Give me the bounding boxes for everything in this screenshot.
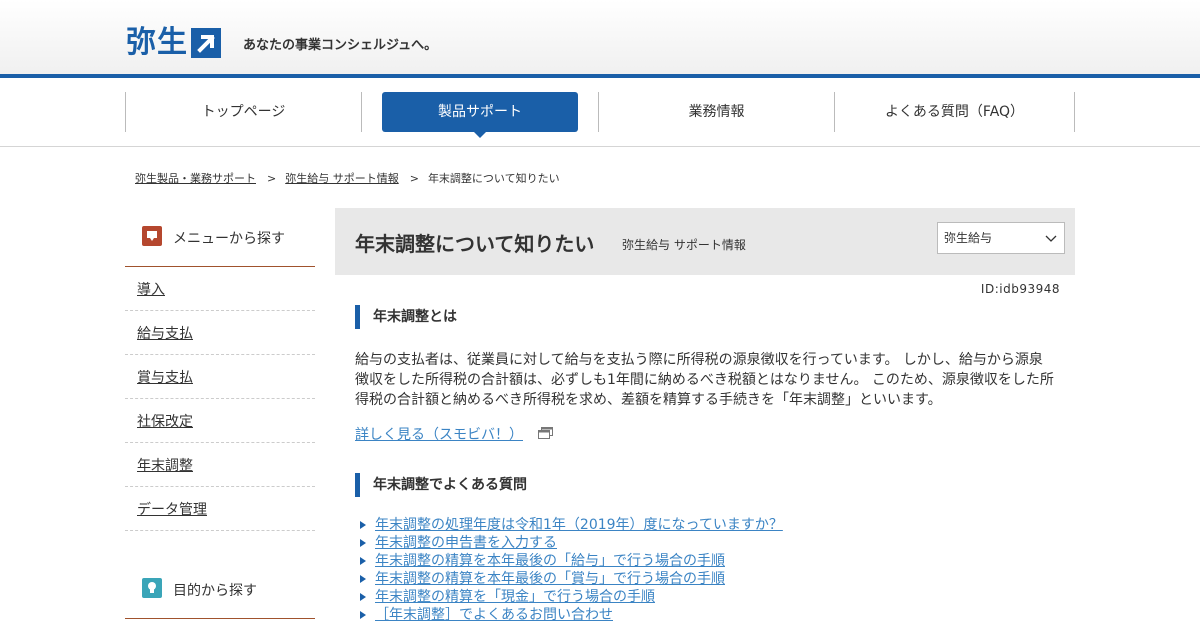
sidebar-menu-heading: メニューから探す bbox=[125, 209, 315, 267]
nav-faq[interactable]: よくある質問（FAQ） bbox=[835, 92, 1074, 132]
sidebar-item-intro: 導入 bbox=[125, 267, 315, 311]
tagline: あなたの事業コンシェルジュへ。 bbox=[243, 38, 438, 53]
sidebar-link[interactable]: 賞与支払 bbox=[137, 370, 193, 386]
faq-link[interactable]: 年末調整の申告書を入力する bbox=[375, 535, 557, 551]
sidebar-menu-list: 導入 給与支払 賞与支払 社保改定 年末調整 データ管理 bbox=[125, 267, 315, 531]
more-details-link[interactable]: 詳しく見る（スモビバ！） bbox=[355, 424, 523, 444]
faq-item: 年末調整の精算を「現金」で行う場合の手順 bbox=[358, 588, 1058, 606]
page-title: 年末調整について知りたい bbox=[355, 232, 595, 256]
sidebar-purpose-title: 目的から探す bbox=[173, 583, 257, 599]
site-header: 弥生 あなたの事業コンシェルジュへ。 bbox=[0, 0, 1200, 74]
breadcrumb-link-kyuyo[interactable]: 弥生給与 サポート情報 bbox=[285, 172, 399, 185]
sidebar-link[interactable]: 社保改定 bbox=[137, 414, 193, 430]
sidebar-item-salary: 給与支払 bbox=[125, 311, 315, 355]
nav-divider bbox=[1074, 92, 1075, 132]
sidebar-item-social-insurance: 社保改定 bbox=[125, 399, 315, 443]
section-body-text: 給与の支払者は、従業員に対して給与を支払う際に所得税の源泉徴収を行っています。 … bbox=[355, 352, 1054, 408]
sidebar-item-bonus: 賞与支払 bbox=[125, 355, 315, 399]
section-heading-faq: 年末調整でよくある質問 bbox=[355, 473, 1055, 497]
document-id: ID:idb93948 bbox=[980, 282, 1060, 296]
breadcrumb: 弥生製品・業務サポート > 弥生給与 サポート情報 > 年末調整について知りたい bbox=[135, 170, 560, 186]
logo-arrow-icon bbox=[191, 28, 221, 58]
breadcrumb-current: 年末調整について知りたい bbox=[427, 172, 560, 185]
nav-product-support[interactable]: 製品サポート bbox=[382, 92, 578, 138]
faq-item: ［年末調整］でよくあるお問い合わせ bbox=[358, 606, 1058, 624]
product-select-value: 弥生給与 bbox=[944, 231, 993, 245]
nav-divider bbox=[361, 92, 362, 132]
sidebar-item-year-end: 年末調整 bbox=[125, 443, 315, 487]
faq-link[interactable]: ［年末調整］でよくあるお問い合わせ bbox=[375, 607, 613, 623]
faq-list: 年末調整の処理年度は令和1年（2019年）度になっていますか？ 年末調整の申告書… bbox=[358, 516, 1058, 624]
sidebar-item-data-management: データ管理 bbox=[125, 487, 315, 531]
triangle-right-icon bbox=[360, 557, 366, 565]
breadcrumb-separator: > bbox=[267, 172, 277, 185]
sidebar-link[interactable]: 導入 bbox=[137, 282, 165, 298]
sidebar-menu-title: メニューから探す bbox=[173, 231, 285, 247]
triangle-right-icon bbox=[360, 539, 366, 547]
monitor-icon bbox=[142, 226, 162, 246]
global-nav: トップページ 製品サポート 業務情報 よくある質問（FAQ） bbox=[0, 78, 1200, 147]
triangle-right-icon bbox=[360, 593, 366, 601]
faq-link[interactable]: 年末調整の精算を本年最後の「賞与」で行う場合の手順 bbox=[375, 571, 725, 587]
faq-link[interactable]: 年末調整の精算を「現金」で行う場合の手順 bbox=[375, 589, 655, 605]
sidebar-link[interactable]: データ管理 bbox=[137, 502, 207, 518]
sidebar-link[interactable]: 給与支払 bbox=[137, 326, 193, 342]
breadcrumb-separator: > bbox=[409, 172, 419, 185]
logo-text: 弥生 bbox=[126, 25, 188, 60]
external-window-icon bbox=[538, 427, 553, 439]
lightbulb-icon bbox=[142, 578, 162, 598]
chevron-down-icon bbox=[1045, 235, 1057, 242]
nav-business-info[interactable]: 業務情報 bbox=[599, 92, 834, 132]
faq-link[interactable]: 年末調整の精算を本年最後の「給与」で行う場合の手順 bbox=[375, 553, 725, 569]
sidebar-link[interactable]: 年末調整 bbox=[137, 458, 193, 474]
faq-item: 年末調整の申告書を入力する bbox=[358, 534, 1058, 552]
breadcrumb-link-support[interactable]: 弥生製品・業務サポート bbox=[135, 172, 256, 185]
sidebar-purpose-heading: 目的から探す bbox=[125, 561, 315, 619]
yayoi-logo[interactable]: 弥生 bbox=[126, 26, 221, 60]
section-heading-nenmatsu: 年末調整とは bbox=[355, 305, 1055, 329]
triangle-right-icon bbox=[360, 575, 366, 583]
faq-item: 年末調整の処理年度は令和1年（2019年）度になっていますか？ bbox=[358, 516, 1058, 534]
faq-item: 年末調整の精算を本年最後の「給与」で行う場合の手順 bbox=[358, 552, 1058, 570]
faq-item: 年末調整の精算を本年最後の「賞与」で行う場合の手順 bbox=[358, 570, 1058, 588]
triangle-right-icon bbox=[360, 611, 366, 619]
page-title-box: 年末調整について知りたい 弥生給与 サポート情報 弥生給与 bbox=[335, 208, 1075, 275]
nav-top-page[interactable]: トップページ bbox=[126, 92, 361, 132]
triangle-right-icon bbox=[360, 521, 366, 529]
page-subtitle: 弥生給与 サポート情報 bbox=[622, 238, 746, 252]
faq-link[interactable]: 年末調整の処理年度は令和1年（2019年）度になっていますか？ bbox=[375, 517, 783, 533]
product-select[interactable]: 弥生給与 bbox=[937, 222, 1065, 254]
